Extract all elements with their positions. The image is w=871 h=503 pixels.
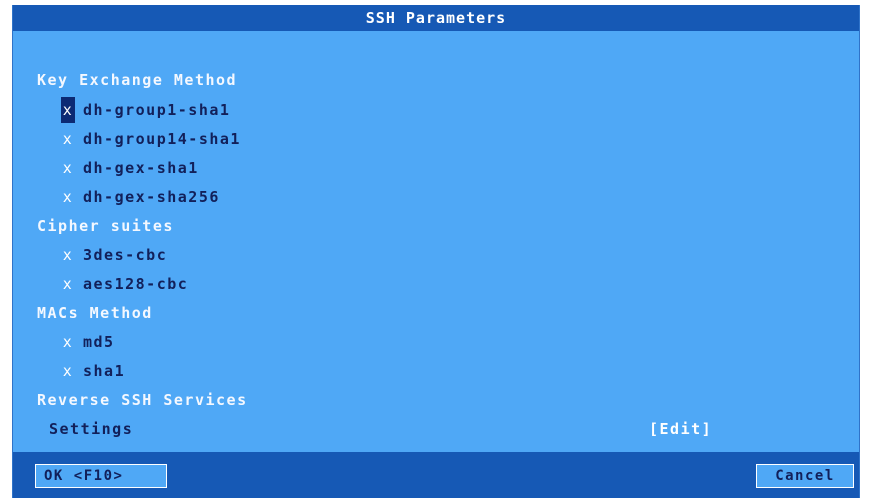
dialog-content: Key Exchange Method x dh-group1-sha1 x dh-…: [13, 31, 859, 451]
dialog-title: SSH Parameters: [13, 5, 859, 31]
checkbox-md5[interactable]: x: [61, 329, 75, 355]
section-macs-method: MACs Method: [37, 304, 153, 322]
ok-button[interactable]: OK <F10>: [35, 464, 167, 488]
cancel-button[interactable]: Cancel: [756, 464, 854, 488]
checkbox-dh-group1-sha1[interactable]: x: [61, 97, 75, 123]
checkbox-dh-group14-sha1[interactable]: x: [61, 126, 75, 152]
option-3des-cbc[interactable]: x 3des-cbc: [61, 242, 859, 268]
option-dh-group14-sha1[interactable]: x dh-group14-sha1: [61, 126, 859, 152]
option-dh-gex-sha256[interactable]: x dh-gex-sha256: [61, 184, 859, 210]
edit-settings-button[interactable]: [Edit]: [649, 416, 712, 442]
section-reverse-ssh-services: Reverse SSH Services: [37, 391, 248, 409]
option-label: sha1: [83, 362, 126, 380]
button-bar: OK <F10> Cancel: [13, 452, 859, 498]
ssh-parameters-dialog: SSH Parameters Key Exchange Method x dh-g…: [12, 5, 860, 498]
option-md5[interactable]: x md5: [61, 329, 859, 355]
option-dh-gex-sha1[interactable]: x dh-gex-sha1: [61, 155, 859, 181]
option-label: 3des-cbc: [83, 246, 168, 264]
option-aes128-cbc[interactable]: x aes128-cbc: [61, 271, 859, 297]
option-label: dh-gex-sha256: [83, 188, 220, 206]
option-dh-group1-sha1[interactable]: x dh-group1-sha1: [61, 97, 859, 123]
checkbox-3des-cbc[interactable]: x: [61, 242, 75, 268]
checkbox-aes128-cbc[interactable]: x: [61, 271, 75, 297]
option-sha1[interactable]: x sha1: [61, 358, 859, 384]
option-label: aes128-cbc: [83, 275, 189, 293]
checkbox-sha1[interactable]: x: [61, 358, 75, 384]
option-label: dh-group1-sha1: [83, 101, 231, 119]
section-cipher-suites: Cipher suites: [37, 217, 174, 235]
option-label: md5: [83, 333, 115, 351]
option-label: dh-group14-sha1: [83, 130, 241, 148]
checkbox-dh-gex-sha1[interactable]: x: [61, 155, 75, 181]
option-label: dh-gex-sha1: [83, 159, 199, 177]
settings-row: Settings [Edit]: [49, 416, 859, 442]
settings-label: Settings: [49, 420, 134, 438]
section-key-exchange-method: Key Exchange Method: [37, 71, 238, 89]
checkbox-dh-gex-sha256[interactable]: x: [61, 184, 75, 210]
